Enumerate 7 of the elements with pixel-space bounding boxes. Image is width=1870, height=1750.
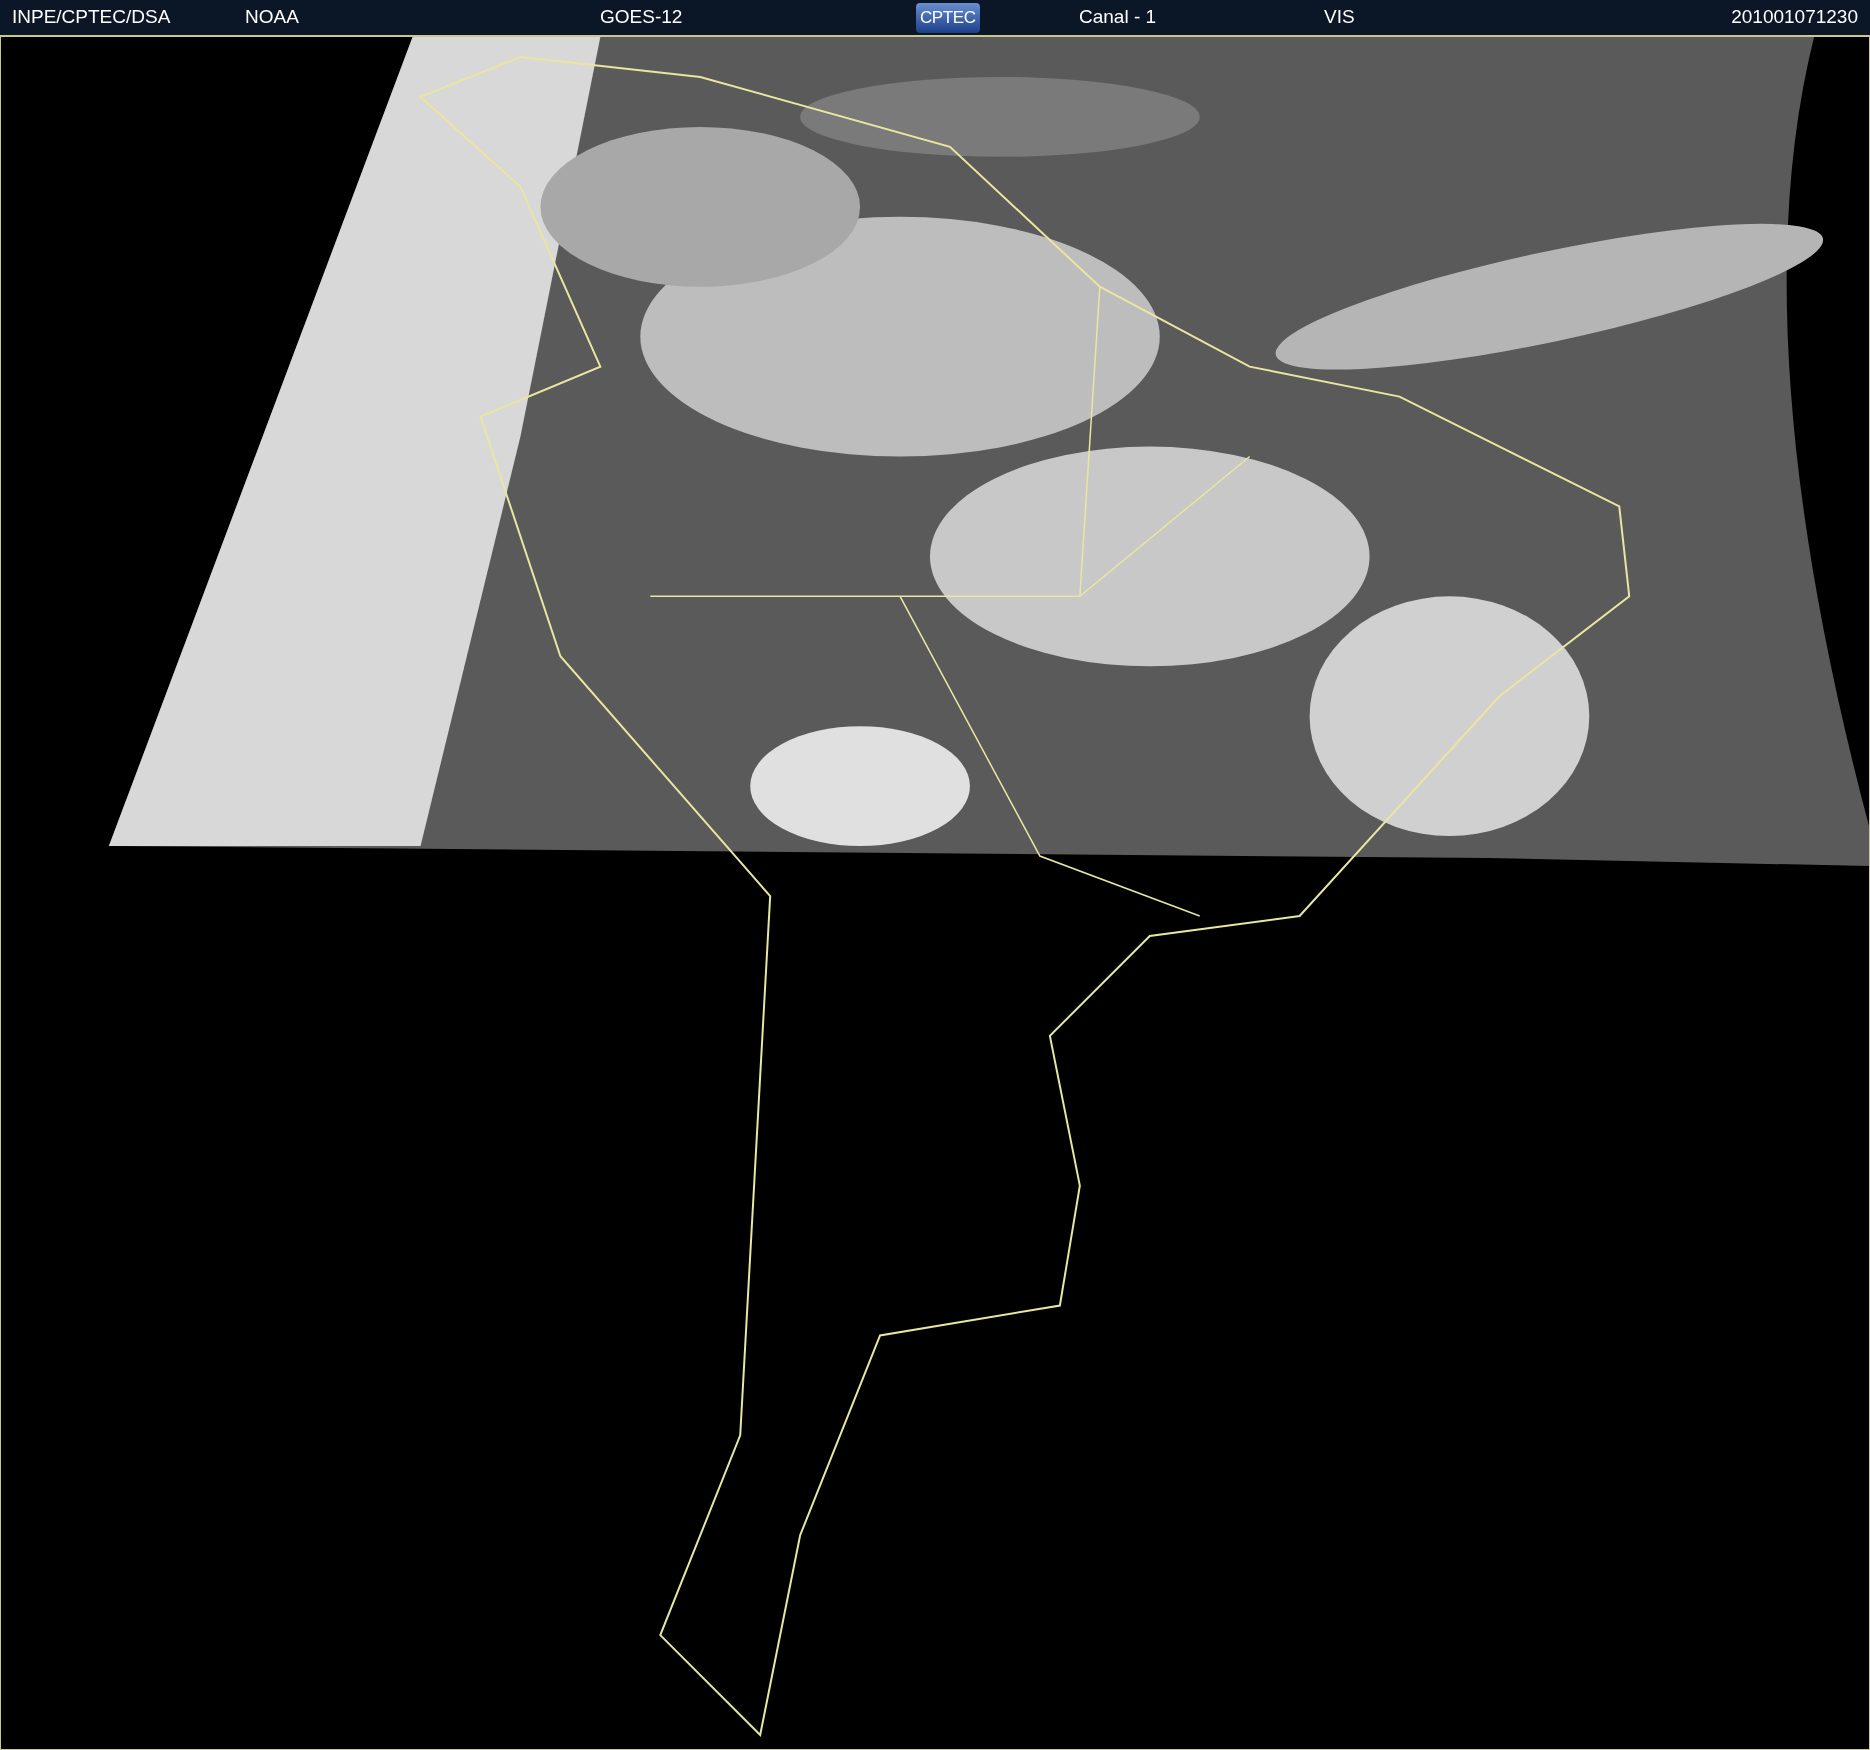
header-label: GOES-12 [600,5,683,30]
logo-badge: CPTEC [916,2,980,33]
header-label: VIS [1324,5,1355,30]
header-label: NOAA [245,5,299,30]
header-label: Canal - 1 [1079,5,1157,30]
header-label: 201001071230 [1731,5,1858,30]
header-label: INPE/CPTEC/DSA [12,5,171,30]
